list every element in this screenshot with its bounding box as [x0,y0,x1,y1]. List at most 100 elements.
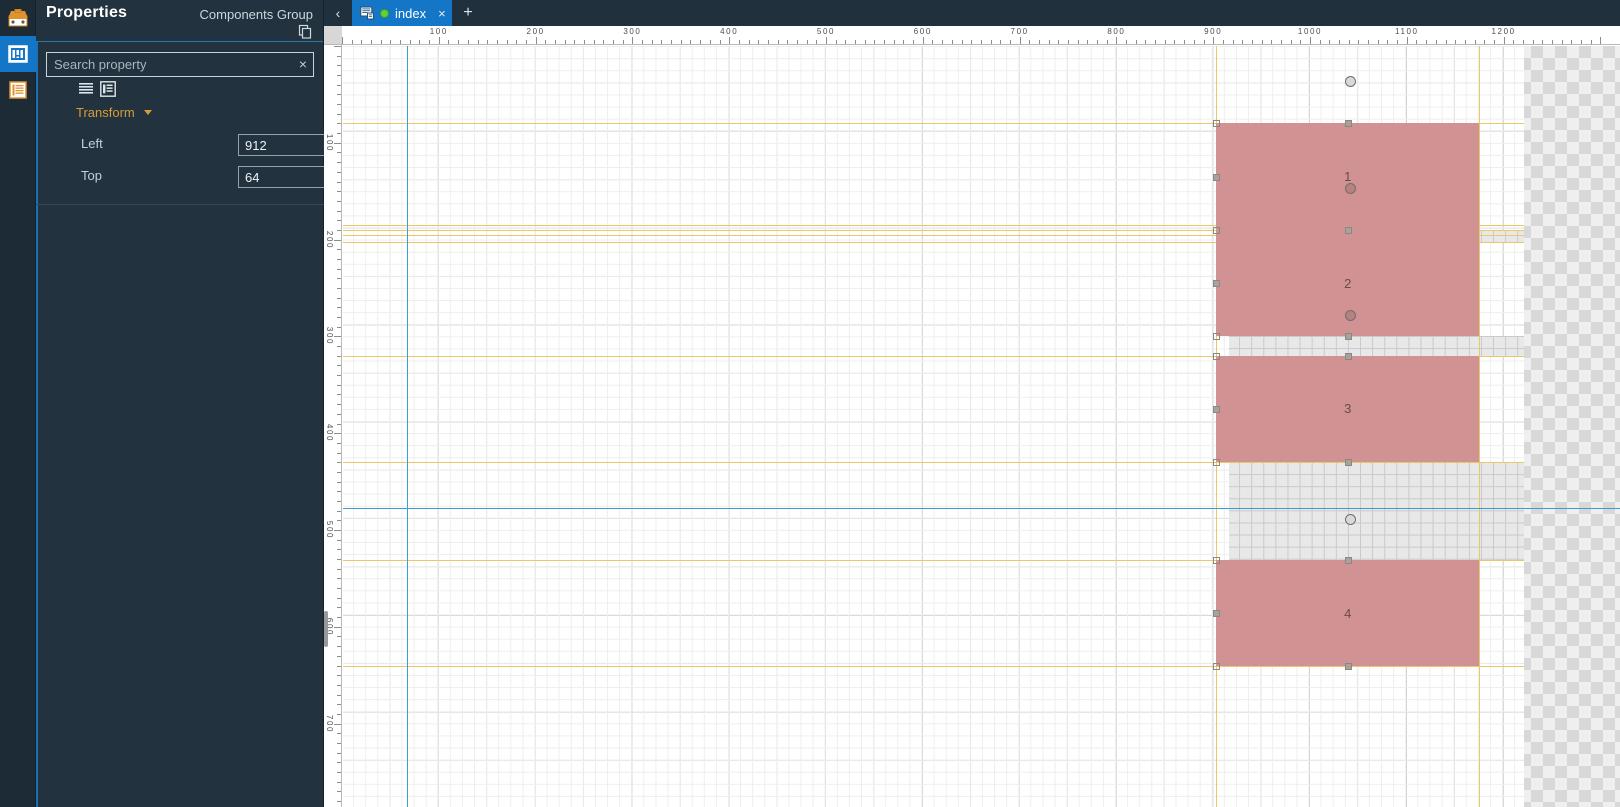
ruler-tick [826,37,827,44]
grouped-list-icon [100,81,116,97]
resize-handle[interactable] [1213,557,1221,564]
list-view-toggle[interactable] [78,81,94,97]
resize-handle[interactable] [1213,663,1221,671]
ruler-tick [1280,40,1282,44]
resize-handle[interactable] [1213,352,1221,360]
ruler-tick [337,675,341,677]
vertical-ruler[interactable]: 100 200 300 400 500 600 700 [324,45,342,807]
ruler-label: 200 [325,230,334,249]
vertical-scrollbar-thumb[interactable] [324,611,328,647]
ruler-tick [337,607,341,609]
ruler-tick [709,40,711,44]
search-input[interactable] [46,52,314,77]
ruler-tick [1493,40,1495,44]
ruler-tick [971,40,973,44]
ruler-tick [337,113,341,115]
icon-rail [0,0,36,807]
add-tab-button[interactable]: + [458,0,478,26]
ruler-tick [337,220,341,222]
transform-section-header[interactable]: Transform [76,104,153,122]
component-box[interactable]: 4 [1216,560,1480,667]
ruler-tick [337,413,341,415]
ruler-tick [337,471,341,473]
resize-handle[interactable] [1213,173,1221,181]
resize-handle[interactable] [1213,280,1221,288]
canvas-viewport[interactable]: 1 2 3 4 [343,46,1620,807]
clear-search-icon[interactable]: × [299,56,307,72]
ruler-tick [1135,40,1137,44]
ruler-tick [334,530,341,531]
anchor-point[interactable] [1345,513,1357,525]
anchor-point[interactable] [1345,309,1357,321]
rail-item-outline[interactable] [0,72,36,108]
ruler-tick [334,239,341,241]
ruler-tick [337,346,341,348]
vertical-guide[interactable] [1479,46,1481,807]
ruler-tick [1077,40,1079,44]
ruler-tick [337,684,341,686]
resize-handle[interactable] [1213,459,1221,467]
ruler-tick [337,762,341,764]
ruler-tick [1339,40,1341,44]
copy-button[interactable] [297,24,313,40]
anchor-point[interactable] [1345,182,1357,194]
ruler-tick [337,288,341,289]
ruler-tick [351,40,353,44]
component-label: 1 [1344,169,1352,185]
page-file-icon [360,6,374,20]
resize-handle[interactable] [1344,120,1352,128]
resize-handle[interactable] [1213,333,1221,341]
ruler-corner [324,26,342,44]
ruler-tick [337,713,341,715]
ruler-label: 800 [1107,27,1126,36]
ruler-tick [400,40,402,44]
outline-list-icon [9,81,27,99]
ruler-tick [337,549,341,551]
design-page[interactable]: 1 2 3 4 [343,46,1620,807]
component-box[interactable]: 3 [1216,355,1480,463]
rail-item-components[interactable] [0,36,36,72]
ruler-tick [337,491,341,493]
ruler-tick [545,40,547,44]
ruler-tick [787,40,789,44]
resize-handle[interactable] [1344,226,1352,234]
ruler-tick [438,37,440,44]
tab-close-icon[interactable]: × [438,6,446,21]
ruler-tick [337,578,341,580]
anchor-point[interactable] [1345,76,1357,88]
ruler-tick [337,752,341,754]
ruler-tick [337,229,341,231]
ruler-tick [337,539,341,541]
resize-handle[interactable] [1344,459,1352,467]
resize-handle[interactable] [1213,610,1221,618]
tab-index[interactable]: index × [352,0,452,26]
ruler-tick [334,336,341,338]
resize-handle[interactable] [1344,663,1352,671]
ruler-tick [1377,40,1379,44]
ruler-tick [1513,40,1515,44]
ruler-tick [603,40,605,44]
grouped-view-toggle[interactable] [100,81,116,97]
component-box[interactable]: 1 [1216,123,1480,230]
rail-item-toolbox[interactable] [0,0,36,36]
ruler-tick [1242,40,1244,44]
toolbox-icon [8,9,28,27]
resize-handle[interactable] [1213,226,1221,234]
component-label: 4 [1344,605,1352,621]
resize-handle[interactable] [1213,406,1221,413]
resize-handle[interactable] [1344,352,1352,360]
ruler-tick [337,423,341,425]
ruler-label: 100 [429,27,448,36]
ruler-tick [719,40,721,44]
ruler-tick [1484,40,1486,44]
resize-handle[interactable] [1213,120,1221,128]
ruler-tick [337,559,341,561]
ruler-label: 200 [526,27,545,36]
ruler-tick [1426,40,1428,44]
ruler-tick [337,191,341,193]
horizontal-ruler[interactable]: 100 200 300 400 500 600 700 800 900 1000 1100 1200 [324,26,1620,45]
ruler-tick [806,40,808,44]
tab-scroll-back-button[interactable]: ‹ [328,0,348,26]
resize-handle[interactable] [1344,557,1352,564]
resize-handle[interactable] [1344,333,1352,341]
